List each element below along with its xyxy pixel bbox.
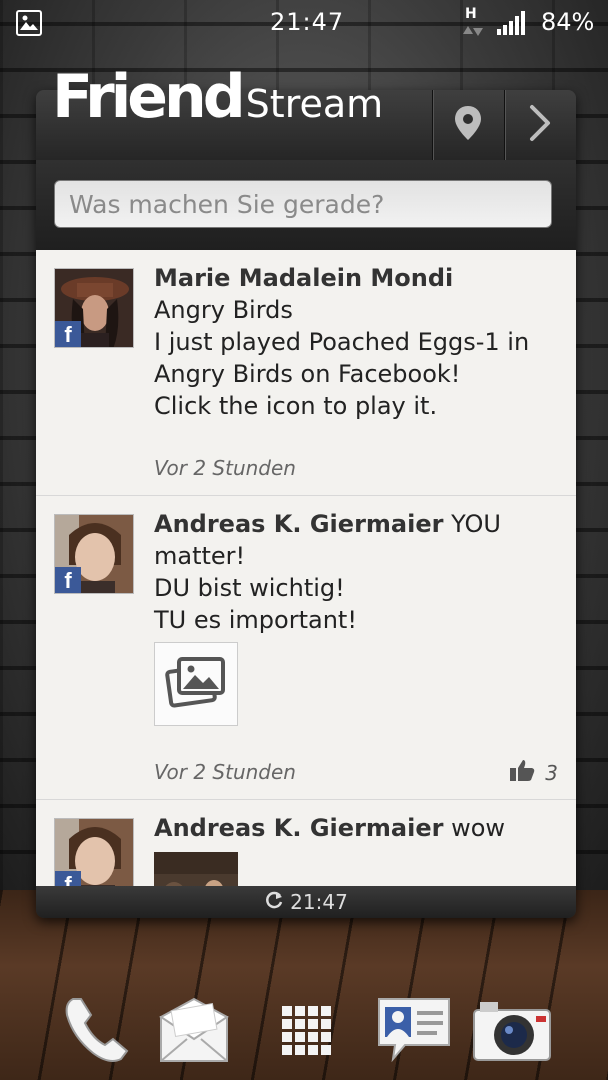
facebook-icon: f	[55, 567, 81, 593]
facebook-icon: f	[55, 871, 81, 886]
photo-preview	[154, 874, 238, 886]
brand-friend: Friend	[52, 62, 246, 132]
facebook-icon: f	[55, 321, 81, 347]
photo-attachment[interactable]	[154, 852, 238, 886]
refresh-bar[interactable]: 21:47	[36, 886, 576, 918]
post-text-line: DU bist wichtig!	[154, 574, 345, 602]
photo-icon	[165, 655, 227, 713]
friendstream-logo: Friend Stream	[52, 62, 383, 132]
feed-post[interactable]: f Andreas K. Giermaier YOU matter! DU bi…	[36, 496, 576, 800]
likes-number: 3	[545, 760, 558, 785]
mail-icon[interactable]	[154, 990, 234, 1070]
camera-icon[interactable]	[472, 990, 552, 1070]
post-text-line: matter!	[154, 542, 246, 570]
thumbs-up-icon	[509, 758, 535, 787]
post-body: Marie Madalein Mondi Angry Birds I just …	[154, 262, 562, 422]
chevron-right-icon	[527, 104, 553, 146]
app-drawer-icon[interactable]	[266, 990, 346, 1070]
brand-stream: Stream	[245, 82, 384, 126]
feed-list[interactable]: f Marie Madalein Mondi Angry Birds I jus…	[36, 250, 576, 886]
post-text-line: Click the icon to play it.	[154, 392, 438, 420]
refresh-icon	[264, 890, 284, 915]
photo-attachment[interactable]	[154, 642, 238, 726]
battery-level: 84%	[541, 8, 595, 36]
post-text-line: Angry Birds on Facebook!	[154, 360, 461, 388]
post-author[interactable]: Marie Madalein Mondi	[154, 262, 562, 294]
post-text-line: TU es important!	[154, 606, 357, 634]
likes-count[interactable]: 3	[509, 758, 558, 787]
dock	[0, 990, 608, 1080]
last-updated-time: 21:47	[290, 890, 348, 914]
post-text-inline: YOU	[451, 510, 501, 538]
feed-post[interactable]: f Marie Madalein Mondi Angry Birds I jus…	[36, 250, 576, 496]
svg-text:H: H	[465, 6, 477, 22]
hspa-icon: H	[460, 4, 486, 46]
feed-post[interactable]: f Andreas K. Giermaier wow	[36, 800, 576, 886]
post-text-inline: wow	[451, 814, 506, 842]
signal-icon	[496, 11, 526, 41]
status-time: 21:47	[270, 8, 345, 36]
status-update-bar: Was machen Sie gerade?	[36, 160, 576, 250]
phone-icon[interactable]	[56, 990, 136, 1070]
post-time: Vor 2 Stunden	[154, 456, 296, 480]
location-pin-icon	[452, 104, 484, 146]
post-body: Andreas K. Giermaier wow	[154, 812, 562, 844]
avatar[interactable]: f	[54, 514, 134, 594]
status-update-input[interactable]: Was machen Sie gerade?	[54, 180, 552, 228]
post-author[interactable]: Andreas K. Giermaier	[154, 814, 443, 842]
avatar[interactable]: f	[54, 818, 134, 886]
people-icon[interactable]	[374, 990, 454, 1070]
next-button[interactable]	[504, 90, 575, 160]
post-time: Vor 2 Stunden	[154, 760, 296, 784]
post-text-line: I just played Poached Eggs-1 in	[154, 328, 530, 356]
post-body: Andreas K. Giermaier YOU matter! DU bist…	[154, 508, 562, 636]
post-text-line: Angry Birds	[154, 296, 293, 324]
post-author[interactable]: Andreas K. Giermaier	[154, 510, 443, 538]
location-button[interactable]	[432, 90, 503, 160]
gallery-icon	[16, 10, 42, 42]
status-bar: 21:47 H 84%	[0, 0, 608, 46]
friendstream-widget: Was machen Sie gerade? f Marie Madalein …	[36, 90, 576, 918]
avatar[interactable]: f	[54, 268, 134, 348]
